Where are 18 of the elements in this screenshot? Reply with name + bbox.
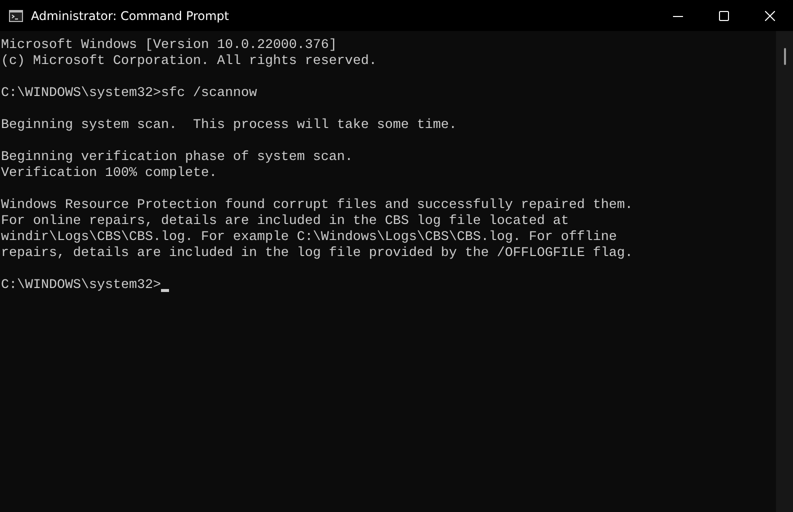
console-line: (c) Microsoft Corporation. All rights reserved. [1, 54, 378, 70]
maximize-icon [719, 10, 729, 20]
text-cursor [160, 289, 169, 292]
window-title: Administrator: Command Prompt [31, 8, 229, 22]
console-line: For online repairs, details are included in the CBS log file located at [1, 214, 570, 230]
console-line: C:\WINDOWS\system32>sfc /scannow [1, 86, 258, 102]
console-line: Beginning system scan. This process will take some time. [1, 118, 458, 134]
console-line: Beginning verification phase of system scan. [1, 150, 354, 166]
console-line: Microsoft Windows [Version 10.0.22000.376] [1, 38, 338, 54]
terminal-icon [9, 10, 23, 22]
scrollbar-thumb[interactable] [784, 48, 786, 65]
close-icon [765, 10, 775, 20]
console-line: repairs, details are included in the log file provided by the /OFFLOGFILE flag. [1, 246, 634, 262]
console-line: Verification 100% complete. [1, 166, 218, 182]
console-line: Windows Resource Protection found corrupt files and successfully repaired them. [1, 198, 634, 214]
command-prompt: C:\WINDOWS\system32> [1, 278, 161, 294]
scrollbar[interactable] [776, 31, 793, 512]
console-line: windir\Logs\CBS\CBS.log. For example C:\Windows\Logs\CBS\CBS.log. For offline [1, 230, 618, 246]
